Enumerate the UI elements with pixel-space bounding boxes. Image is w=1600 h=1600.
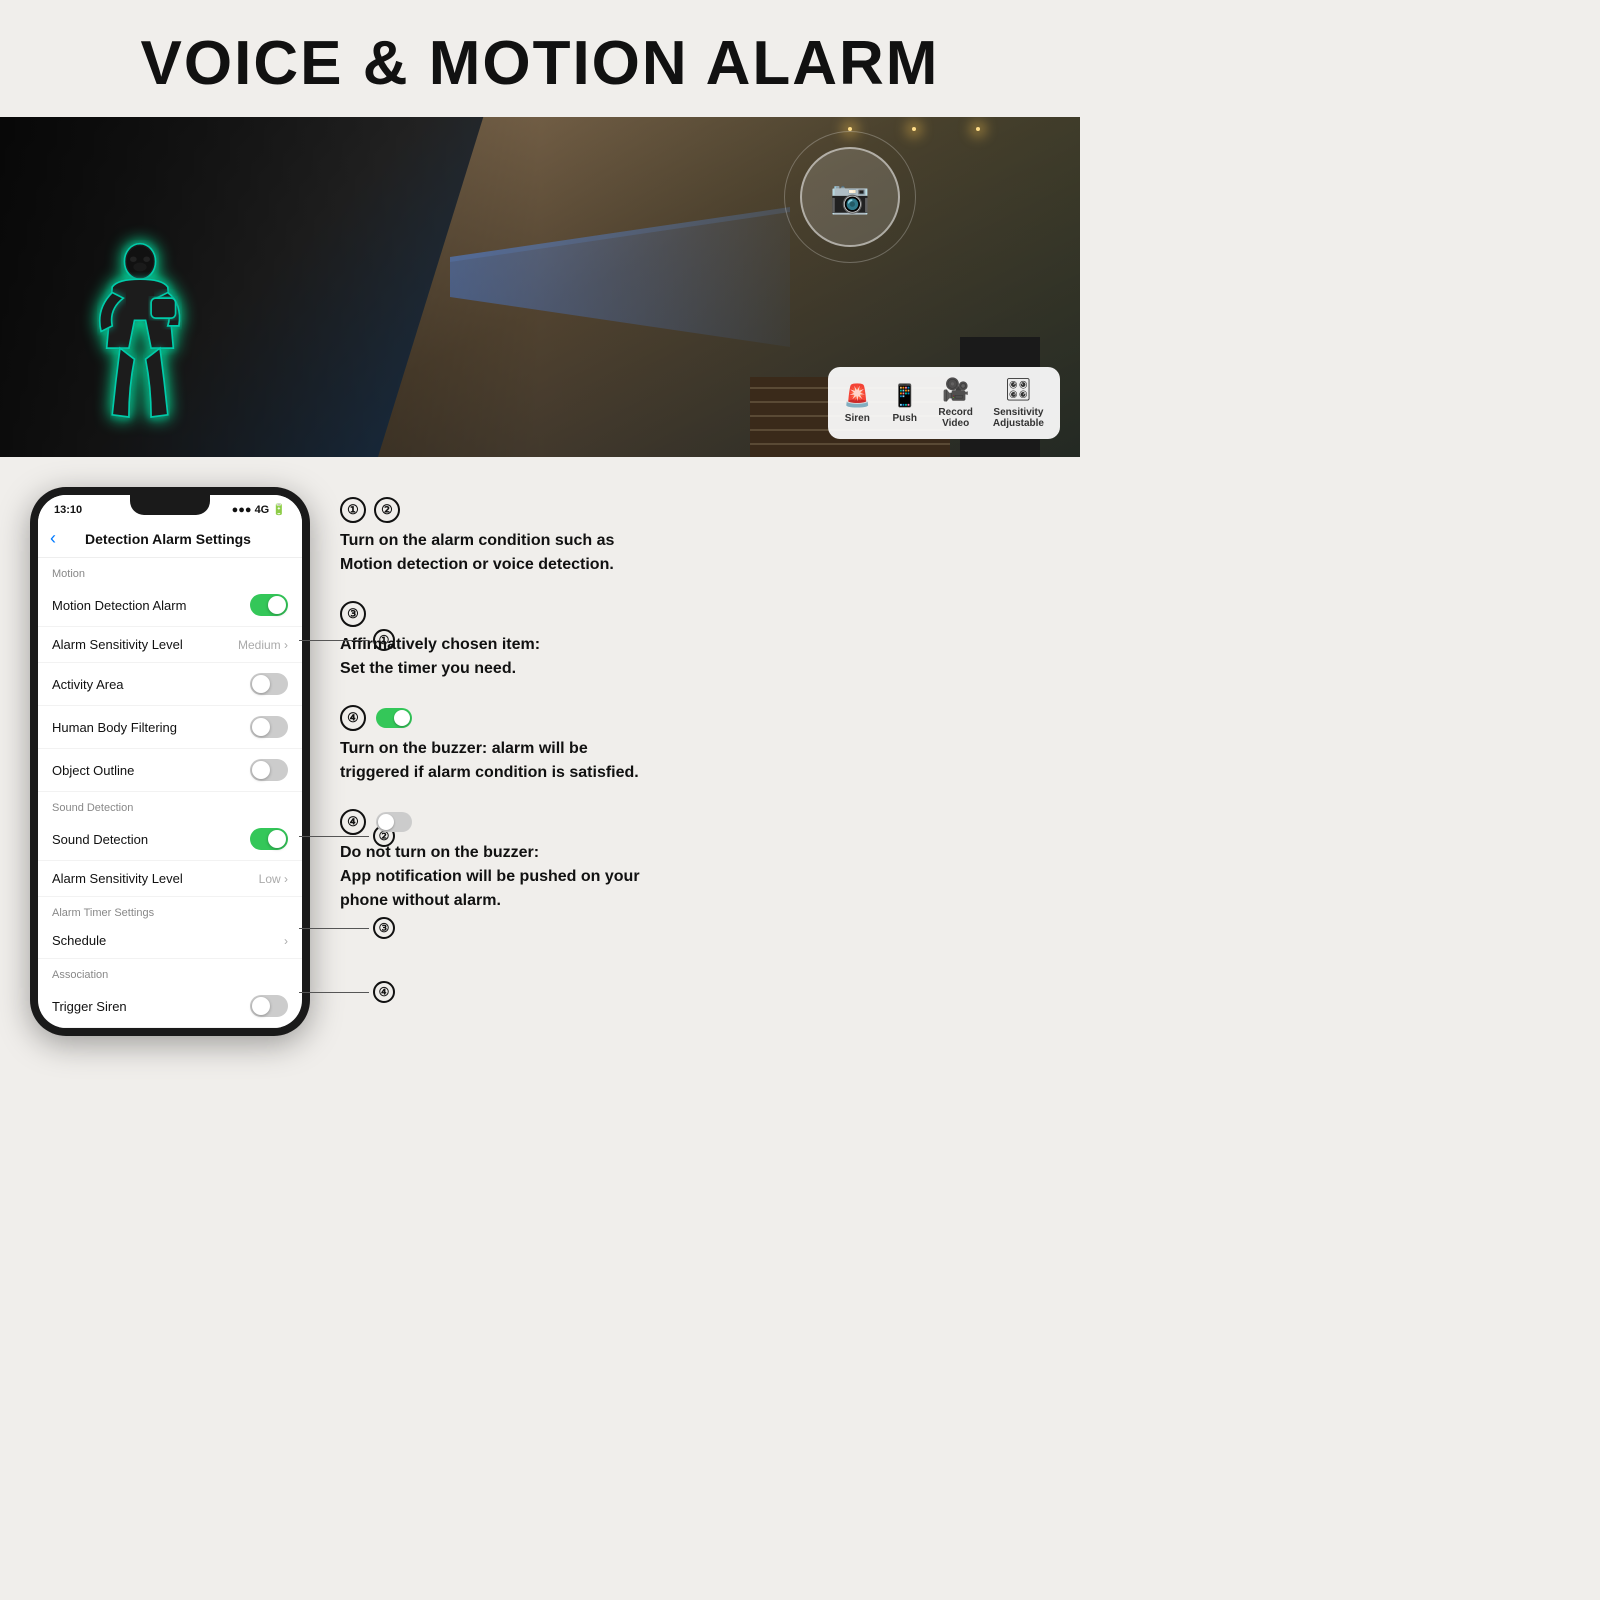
callout-1-line [299, 640, 369, 641]
exp-4-off-row: ④ [340, 809, 1050, 835]
hero-step-sensitivity: 🎛 SensitivityAdjustable [993, 377, 1044, 429]
sensitivity-label: SensitivityAdjustable [993, 407, 1044, 429]
alarm-sensitivity-sound-value: Low › [259, 872, 288, 886]
camera-icon: 📷 [830, 178, 870, 216]
toggle-inline-on [376, 708, 412, 728]
row-activity-area: Activity Area [38, 663, 302, 706]
hero-step-record: 🎥 RecordVideo [938, 377, 972, 429]
exp-1-2-text: Turn on the alarm condition such asMotio… [340, 529, 1050, 577]
push-icon: 📱 [891, 383, 918, 409]
motion-detection-label: Motion Detection Alarm [52, 598, 186, 613]
exp-3-number: ③ [340, 601, 1050, 627]
phone-header: ‹ Detection Alarm Settings [38, 520, 302, 558]
intruder-figure [80, 237, 200, 437]
ceiling-lights [848, 127, 980, 131]
row-alarm-sensitivity-sound[interactable]: Alarm Sensitivity Level Low › [38, 861, 302, 897]
camera-bubble: 📷 [800, 147, 900, 247]
back-button[interactable]: ‹ [50, 528, 56, 549]
callout-4-line [299, 992, 369, 993]
sound-detection-label: Sound Detection [52, 832, 148, 847]
section-sound-label: Sound Detection [38, 792, 302, 818]
title-section: VOICE & MOTION ALARM [0, 0, 1080, 117]
status-signal: ●●● 4G 🔋 [232, 503, 286, 516]
section-association-label: Association [38, 959, 302, 985]
callout-3: ③ [299, 917, 395, 939]
trigger-siren-toggle[interactable] [250, 995, 288, 1017]
alarm-sensitivity-motion-value: Medium › [238, 638, 288, 652]
exp-1-2-numbers: ① ② [340, 497, 1050, 523]
exp-circle-2: ② [374, 497, 400, 523]
callout-4-circle: ④ [373, 981, 395, 1003]
settings-list: Motion Motion Detection Alarm Alarm Sens… [38, 558, 302, 1028]
row-alarm-sensitivity-motion[interactable]: Alarm Sensitivity Level Medium › [38, 627, 302, 663]
record-label: RecordVideo [938, 407, 972, 429]
activity-area-toggle[interactable] [250, 673, 288, 695]
record-icon: 🎥 [942, 377, 969, 403]
exp-circle-3: ③ [340, 601, 366, 627]
row-motion-detection: Motion Detection Alarm [38, 584, 302, 627]
phone-mockup: 13:10 ●●● 4G 🔋 ‹ Detection Alarm Setting… [30, 487, 310, 1036]
screen-title: Detection Alarm Settings [64, 531, 272, 547]
push-label: Push [892, 413, 916, 424]
row-trigger-siren: Trigger Siren [38, 985, 302, 1028]
explanation-3: ③ Affirmatively chosen item:Set the time… [340, 601, 1050, 681]
row-human-body-filtering: Human Body Filtering [38, 706, 302, 749]
exp-4-on-text: Turn on the buzzer: alarm will betrigger… [340, 737, 1050, 785]
section-timer-label: Alarm Timer Settings [38, 897, 302, 923]
phone-callout-wrapper: 13:10 ●●● 4G 🔋 ‹ Detection Alarm Setting… [30, 487, 310, 1036]
explanation-4-on: ④ Turn on the buzzer: alarm will betrigg… [340, 705, 1050, 785]
trigger-siren-label: Trigger Siren [52, 999, 127, 1014]
alarm-sensitivity-motion-label: Alarm Sensitivity Level [52, 637, 183, 652]
activity-area-label: Activity Area [52, 677, 124, 692]
object-outline-toggle[interactable] [250, 759, 288, 781]
alarm-sensitivity-sound-label: Alarm Sensitivity Level [52, 871, 183, 886]
exp-circle-4-on: ④ [340, 705, 366, 731]
explanations-panel: ① ② Turn on the alarm condition such asM… [340, 487, 1050, 913]
sound-detection-toggle[interactable] [250, 828, 288, 850]
hero-section: 📷 🚨 Siren 📱 Push 🎥 RecordVideo 🎛 Sensiti… [0, 117, 1080, 457]
callout-3-circle: ③ [373, 917, 395, 939]
callout-4: ④ [299, 981, 395, 1003]
explanation-4-off: ④ Do not turn on the buzzer:App notifica… [340, 809, 1050, 913]
callout-3-line [299, 928, 369, 929]
motion-detection-toggle[interactable] [250, 594, 288, 616]
light-3 [976, 127, 980, 131]
explanation-1-2: ① ② Turn on the alarm condition such asM… [340, 497, 1050, 577]
hero-step-siren: 🚨 Siren [844, 383, 871, 424]
human-body-filtering-toggle[interactable] [250, 716, 288, 738]
siren-label: Siren [845, 413, 870, 424]
status-time: 13:10 [54, 504, 82, 516]
schedule-label: Schedule [52, 933, 106, 948]
callout-1-circle: ① [373, 629, 395, 651]
siren-icon: 🚨 [844, 383, 871, 409]
human-body-filtering-label: Human Body Filtering [52, 720, 177, 735]
exp-4-on-row: ④ [340, 705, 1050, 731]
sensitivity-icon: 🎛 [1004, 377, 1032, 403]
schedule-value: › [284, 934, 288, 948]
detection-beam [450, 177, 800, 377]
row-schedule[interactable]: Schedule › [38, 923, 302, 959]
exp-3-text: Affirmatively chosen item:Set the timer … [340, 633, 1050, 681]
exp-4-off-text: Do not turn on the buzzer:App notificati… [340, 841, 1050, 913]
row-object-outline: Object Outline [38, 749, 302, 792]
section-motion-label: Motion [38, 558, 302, 584]
hero-feature-steps: 🚨 Siren 📱 Push 🎥 RecordVideo 🎛 Sensitivi… [828, 367, 1060, 439]
light-2 [912, 127, 916, 131]
phone-notch [130, 495, 210, 515]
callout-2-line [299, 836, 369, 837]
toggle-inline-off [376, 812, 412, 832]
hero-step-push: 📱 Push [891, 383, 918, 424]
row-sound-detection: Sound Detection [38, 818, 302, 861]
callout-1: ① [299, 629, 395, 651]
page-title: VOICE & MOTION ALARM [20, 28, 1060, 99]
exp-circle-1: ① [340, 497, 366, 523]
phone-screen: 13:10 ●●● 4G 🔋 ‹ Detection Alarm Setting… [38, 495, 302, 1028]
object-outline-label: Object Outline [52, 763, 134, 778]
bottom-section: 13:10 ●●● 4G 🔋 ‹ Detection Alarm Setting… [0, 457, 1080, 1066]
